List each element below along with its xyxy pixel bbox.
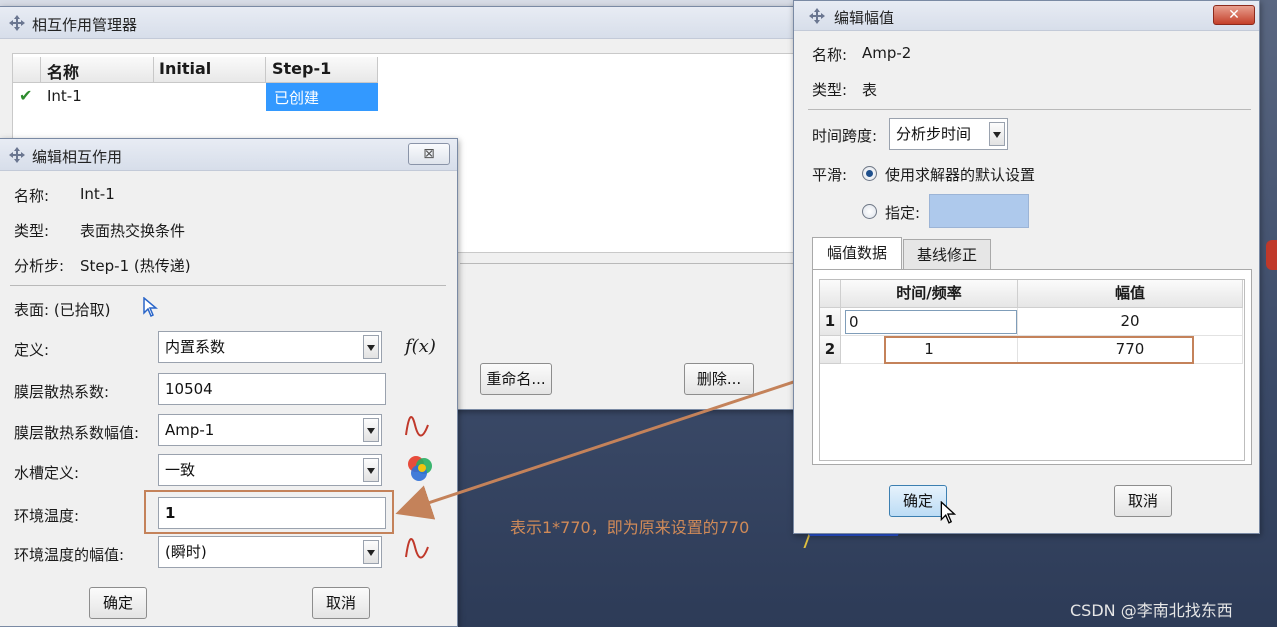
move-icon <box>809 8 825 24</box>
mouse-cursor-icon <box>940 501 957 524</box>
amp-separator <box>808 109 1251 110</box>
type-value: 表面热交换条件 <box>80 222 186 240</box>
chevron-down-icon[interactable] <box>363 335 379 359</box>
move-icon <box>9 147 25 163</box>
edit-amplitude-window: 编辑幅值 ✕ 名称: Amp-2 类型: 表 时间跨度: 分析步时间 平滑: 使… <box>793 0 1260 534</box>
amp-type-value: 表 <box>862 81 878 99</box>
manager-col-step1[interactable]: Step-1 <box>266 57 378 83</box>
smooth-default-radio[interactable] <box>862 166 877 181</box>
status-check-icon: ✔ <box>19 86 33 105</box>
row-step1-cell[interactable]: 已创建 <box>266 83 378 111</box>
cancel-button[interactable]: 取消 <box>312 587 370 619</box>
edit-interaction-title: 编辑相互作用 <box>32 148 123 166</box>
chevron-down-icon[interactable] <box>363 418 379 442</box>
table-row-1-amp[interactable]: 20 <box>1018 308 1243 336</box>
time-span-label: 时间跨度: <box>812 127 878 145</box>
manager-col-name[interactable]: 名称 <box>41 57 154 83</box>
edit-interaction-window: 编辑相互作用 ⊠ 名称: Int-1 类型: 表面热交换条件 分析步: Step… <box>0 138 458 627</box>
manager-titlebar[interactable]: 相互作用管理器 <box>0 7 859 39</box>
table-row-1-time-value[interactable]: 0 <box>845 310 1017 334</box>
tab-amplitude-data[interactable]: 幅值数据 <box>812 237 902 271</box>
row-name: Int-1 <box>47 87 82 105</box>
pick-arrow-icon[interactable] <box>142 297 158 317</box>
rename-button[interactable]: 重命名... <box>480 363 552 395</box>
definition-select[interactable]: 内置系数 <box>158 331 382 363</box>
smooth-default-label: 使用求解器的默认设置 <box>885 166 1036 184</box>
edit-interaction-titlebar[interactable]: 编辑相互作用 ⊠ <box>0 139 457 171</box>
film-amp-select[interactable]: Amp-1 <box>158 414 382 446</box>
edit-amplitude-titlebar[interactable]: 编辑幅值 ✕ <box>794 1 1259 31</box>
highlight-sink-temp <box>144 490 394 534</box>
amp-ok-button[interactable]: 确定 <box>889 485 947 517</box>
surface-label: 表面: (已拾取) <box>14 301 111 319</box>
chevron-down-icon[interactable] <box>363 458 379 482</box>
col-time-freq[interactable]: 时间/频率 <box>841 280 1018 308</box>
close-icon[interactable]: ⊠ <box>408 143 450 165</box>
table-row-1-time[interactable]: 0 <box>841 308 1018 336</box>
amp-type-label: 类型: <box>812 81 848 99</box>
film-coeff-input[interactable]: 10504 <box>158 373 386 405</box>
film-coeff-label: 膜层散热系数: <box>14 383 110 401</box>
sink-def-label: 水槽定义: <box>14 464 80 482</box>
smooth-specify-radio[interactable] <box>862 204 877 219</box>
name-label: 名称: <box>14 187 50 205</box>
sink-amp-label: 环境温度的幅值: <box>14 546 125 564</box>
sink-temp-label: 环境温度: <box>14 507 80 525</box>
viewport-remnant <box>803 534 899 548</box>
ok-button[interactable]: 确定 <box>89 587 147 619</box>
row-index-1: 1 <box>820 308 841 336</box>
fx-icon[interactable]: f(x) <box>405 336 436 357</box>
table-row[interactable]: ✔ Int-1 已创建 <box>13 83 379 111</box>
amplitude-curve-icon[interactable] <box>400 411 436 443</box>
type-label: 类型: <box>14 222 50 240</box>
analytical-field-icon[interactable] <box>402 453 438 485</box>
name-value: Int-1 <box>80 185 115 203</box>
delete-button[interactable]: 删除... <box>684 363 754 395</box>
manager-row-header-corner <box>13 57 41 83</box>
time-span-select[interactable]: 分析步时间 <box>889 118 1008 150</box>
definition-label: 定义: <box>14 341 50 359</box>
sink-amp-select[interactable]: (瞬时) <box>158 536 382 568</box>
move-icon <box>9 15 25 31</box>
manager-title: 相互作用管理器 <box>32 16 138 34</box>
step-value: Step-1 (热传递) <box>80 257 191 275</box>
amp-name-label: 名称: <box>812 46 848 64</box>
edit-amplitude-title: 编辑幅值 <box>834 9 895 27</box>
watermark: CSDN @李南北找东西 <box>1070 601 1233 620</box>
film-amp-label: 膜层散热系数幅值: <box>14 424 140 442</box>
smooth-specify-input <box>929 194 1029 228</box>
amp-cancel-button[interactable]: 取消 <box>1114 485 1172 517</box>
row-index-2: 2 <box>820 336 841 364</box>
grid-corner <box>820 280 841 308</box>
edit-interaction-separator <box>10 285 446 286</box>
chevron-down-icon[interactable] <box>363 540 379 564</box>
chevron-down-icon[interactable] <box>989 122 1005 146</box>
tab-baseline-correction[interactable]: 基线修正 <box>903 239 991 271</box>
step-label: 分析步: <box>14 257 65 275</box>
sink-def-select[interactable]: 一致 <box>158 454 382 486</box>
col-amplitude[interactable]: 幅值 <box>1018 280 1243 308</box>
amplitude-curve-icon[interactable] <box>400 533 436 565</box>
amp-name-value: Amp-2 <box>862 44 912 62</box>
annotation-text: 表示1*770，即为原来设置的770 <box>510 518 750 537</box>
close-icon[interactable]: ✕ <box>1213 5 1255 25</box>
smooth-specify-label: 指定: <box>885 204 921 222</box>
viewport-remnant-red <box>1266 240 1277 270</box>
manager-col-initial[interactable]: Initial <box>154 57 266 83</box>
highlight-row-2 <box>884 336 1194 364</box>
smoothing-label: 平滑: <box>812 166 848 184</box>
